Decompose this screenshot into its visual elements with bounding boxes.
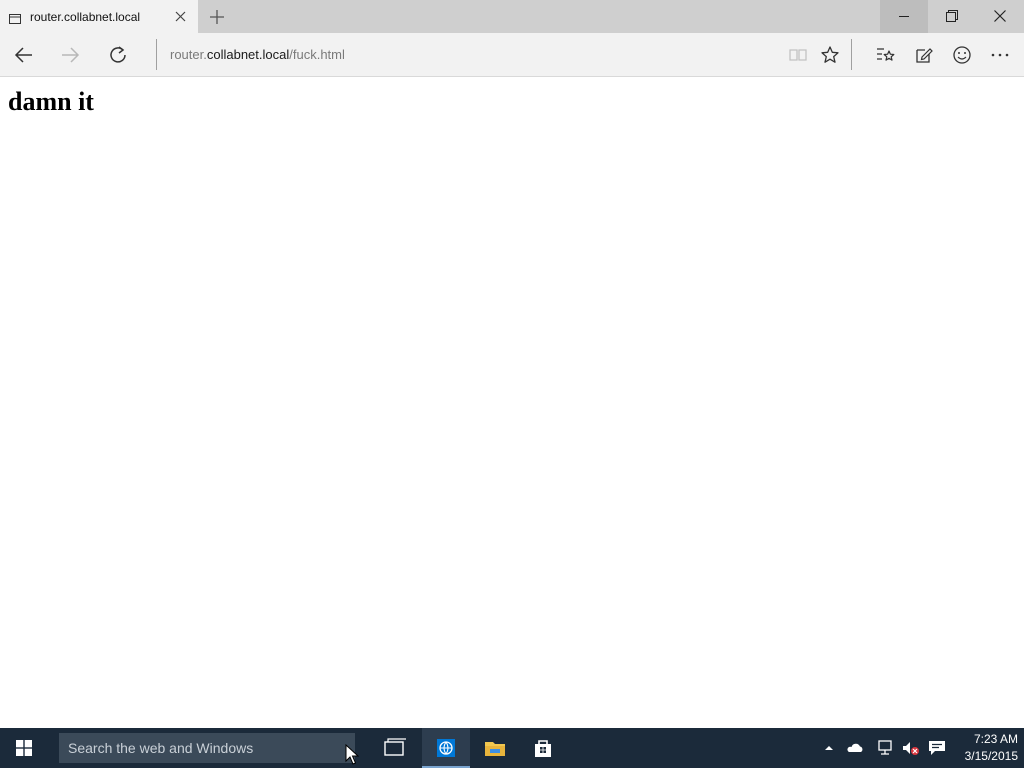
task-view-button[interactable] xyxy=(370,728,418,768)
edge-browser-icon xyxy=(437,739,455,757)
new-tab-icon[interactable] xyxy=(206,6,228,28)
close-window-button[interactable] xyxy=(976,0,1024,33)
clock-date: 3/15/2015 xyxy=(964,749,1018,763)
hub-icon xyxy=(877,48,895,61)
address-bar[interactable]: router.collabnet.local/fuck.html xyxy=(170,47,345,62)
search-placeholder: Search the web and Windows xyxy=(68,740,254,756)
windows-logo-icon xyxy=(16,740,32,756)
volume-tray-icon[interactable] xyxy=(902,740,920,756)
mouse-cursor xyxy=(345,743,360,766)
restore-button[interactable] xyxy=(928,0,976,33)
notification-icon xyxy=(929,741,945,755)
edge-taskbar-button[interactable] xyxy=(422,728,470,768)
tab-title: router.collabnet.local xyxy=(30,10,141,24)
url-prefix: router. xyxy=(170,47,207,62)
smiley-icon xyxy=(953,46,971,64)
file-explorer-button[interactable] xyxy=(471,728,519,768)
restore-icon xyxy=(946,10,958,22)
store-button[interactable] xyxy=(519,728,567,768)
back-button[interactable] xyxy=(8,39,40,71)
speaker-muted-icon xyxy=(903,742,919,755)
forward-button[interactable] xyxy=(54,39,86,71)
show-hidden-icons-button[interactable] xyxy=(820,740,838,756)
feedback-button[interactable] xyxy=(946,39,978,71)
url-path: /fuck.html xyxy=(289,47,345,62)
taskbar-search-box[interactable]: Search the web and Windows xyxy=(59,733,355,763)
title-bar: router.collabnet.local xyxy=(0,0,1024,33)
page-icon xyxy=(9,11,21,24)
forward-arrow-icon xyxy=(62,47,80,63)
store-bag-icon xyxy=(535,740,551,757)
pointer-icon xyxy=(345,743,360,765)
reading-view-button[interactable] xyxy=(782,39,814,71)
folder-icon xyxy=(485,742,505,756)
star-icon xyxy=(821,46,839,63)
minimize-icon xyxy=(899,16,909,17)
page-content: damn it xyxy=(0,77,1024,728)
task-view-icon xyxy=(384,738,406,756)
hub-button[interactable] xyxy=(869,39,901,71)
clock-time: 7:23 AM xyxy=(973,732,1018,746)
onedrive-tray-icon[interactable] xyxy=(846,740,864,756)
minimize-button[interactable] xyxy=(880,0,928,33)
cloud-icon xyxy=(847,743,863,752)
favorite-button[interactable] xyxy=(814,39,846,71)
refresh-button[interactable] xyxy=(102,39,134,71)
page-heading: damn it xyxy=(8,87,94,116)
address-divider xyxy=(156,39,157,70)
network-icon xyxy=(878,740,892,755)
close-icon xyxy=(994,10,1006,22)
chevron-up-icon xyxy=(825,746,833,750)
close-tab-icon[interactable] xyxy=(172,8,190,26)
reading-view-icon xyxy=(789,49,807,61)
refresh-icon xyxy=(110,46,126,63)
action-center-tray-icon[interactable] xyxy=(928,740,946,756)
taskbar: Search the web and Windows 7:23 AM 3/15/… xyxy=(0,728,1024,768)
browser-tab[interactable]: router.collabnet.local xyxy=(0,0,198,33)
network-tray-icon[interactable] xyxy=(876,740,894,756)
taskbar-clock[interactable]: 7:23 AM 3/15/2015 xyxy=(952,731,1018,765)
toolbar-divider xyxy=(851,39,852,70)
url-host: collabnet.local xyxy=(206,47,290,62)
web-note-button[interactable] xyxy=(908,39,940,71)
more-button[interactable] xyxy=(984,39,1016,71)
start-button[interactable] xyxy=(0,728,48,768)
navigation-bar: router.collabnet.local/fuck.html xyxy=(0,33,1024,77)
web-note-icon xyxy=(916,48,933,63)
ellipsis-icon xyxy=(991,53,1009,57)
back-arrow-icon xyxy=(14,47,32,63)
